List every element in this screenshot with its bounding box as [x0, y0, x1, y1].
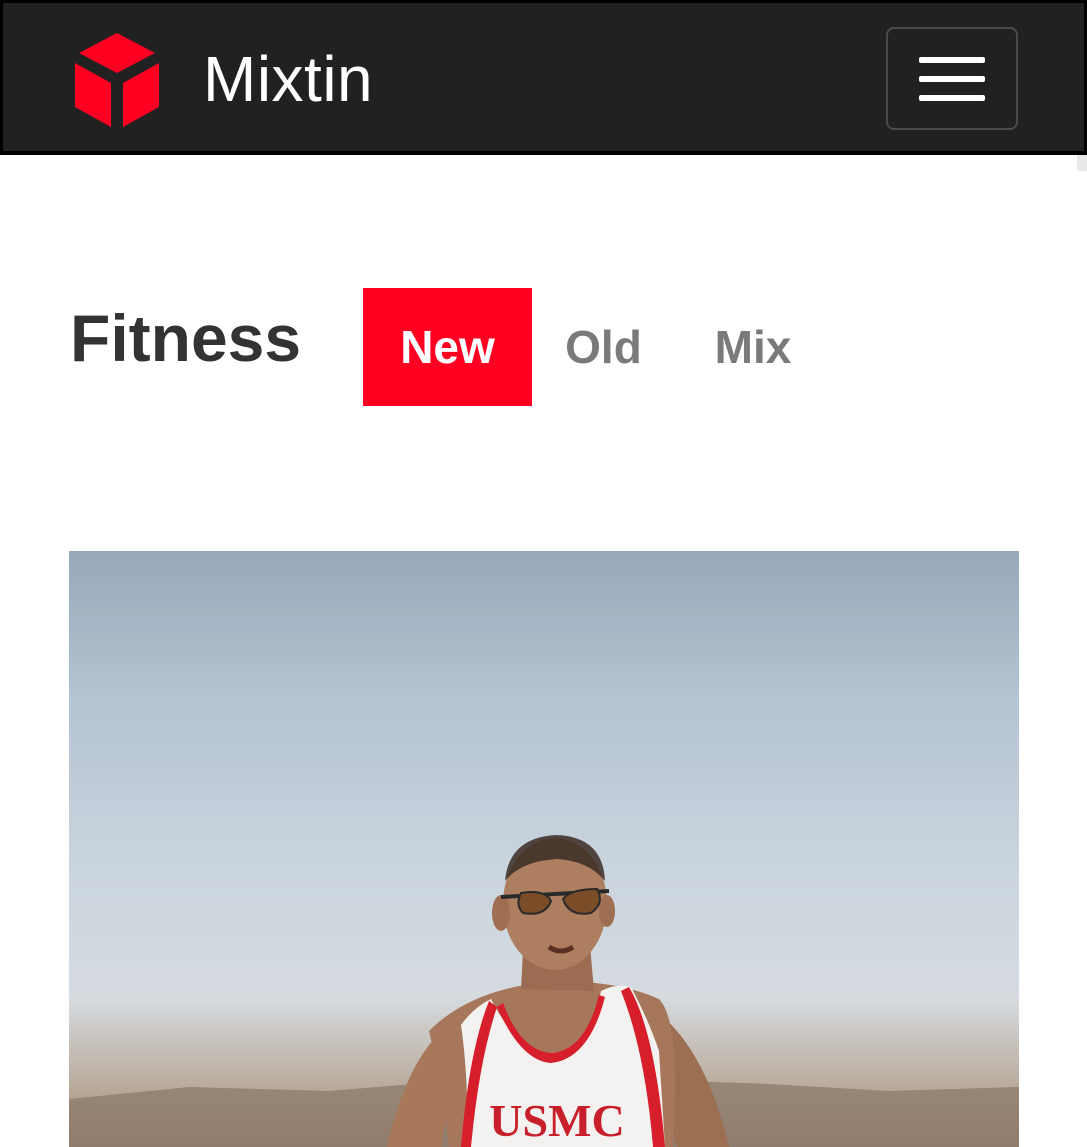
hamburger-menu-icon-bar [919, 75, 985, 82]
featured-photo[interactable]: USMC [69, 551, 1019, 1147]
hamburger-menu-icon [919, 56, 985, 63]
filter-tab-new[interactable]: New [363, 288, 532, 406]
shirt-text: USMC [489, 1095, 624, 1146]
filter-tab-mix[interactable]: Mix [675, 288, 831, 406]
filter-tab-old[interactable]: Old [532, 288, 675, 406]
runner-illustration: USMC [69, 835, 1019, 1147]
scrollbar[interactable] [1077, 155, 1087, 171]
brand-name: Mixtin [203, 43, 374, 115]
hamburger-menu-icon-bar [919, 94, 985, 101]
brand[interactable]: Mixtin [71, 29, 373, 129]
top-navbar: Mixtin [0, 0, 1087, 155]
filter-tabs: New Old Mix [363, 288, 831, 406]
section-title: Fitness [70, 301, 302, 375]
cube-logo-icon [75, 33, 159, 127]
hamburger-menu-button[interactable] [886, 27, 1018, 130]
